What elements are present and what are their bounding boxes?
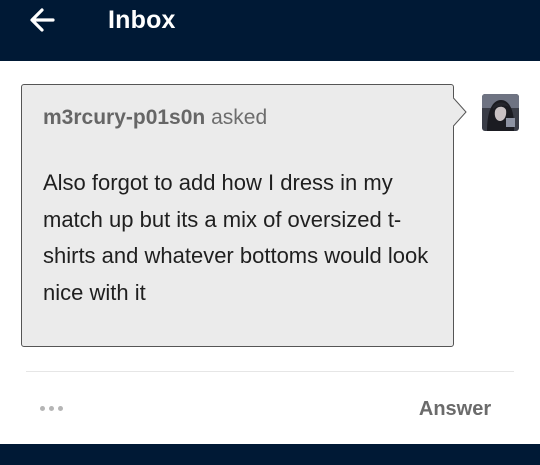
ellipsis-dot: [58, 405, 63, 411]
avatar-image: [482, 94, 519, 131]
ellipsis-dot: [40, 405, 45, 411]
asker-avatar[interactable]: [482, 94, 519, 131]
answer-button[interactable]: Answer: [410, 396, 500, 422]
ellipsis-dot: [49, 405, 54, 411]
more-options-button[interactable]: [40, 400, 72, 416]
ask-message-bubble: m3rcury-p01s0n asked Also forgot to add …: [21, 84, 454, 347]
bottom-bar: [0, 444, 540, 465]
ellipsis-icon: [40, 405, 67, 411]
divider: [26, 371, 514, 372]
top-app-bar: Inbox: [0, 0, 540, 61]
asker-line: m3rcury-p01s0n asked: [43, 104, 267, 132]
asker-username[interactable]: m3rcury-p01s0n: [43, 106, 205, 129]
asked-label: asked: [211, 106, 268, 129]
bubble-tail: [453, 97, 467, 127]
page-title: Inbox: [108, 6, 176, 34]
back-button[interactable]: [26, 4, 58, 36]
question-text: Also forgot to add how I dress in my mat…: [43, 170, 429, 305]
arrow-left-icon: [30, 8, 55, 32]
